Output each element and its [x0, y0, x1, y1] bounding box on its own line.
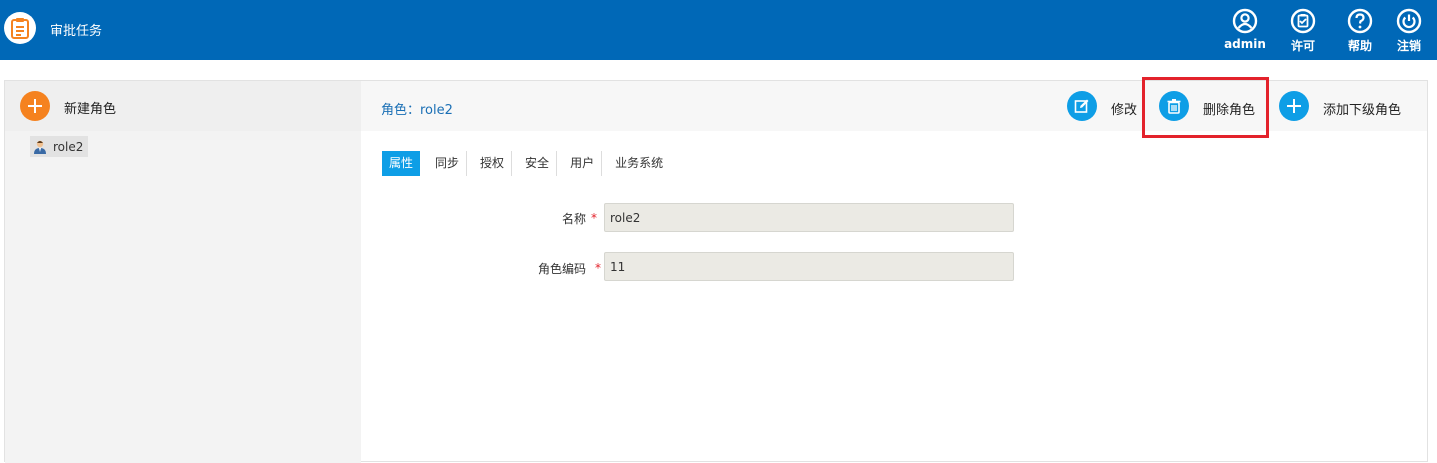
logout-label: 注销	[1396, 39, 1421, 53]
user-icon	[1232, 8, 1258, 34]
license-button[interactable]: 许可	[1278, 8, 1328, 54]
edit-icon	[1074, 99, 1089, 113]
edit-button[interactable]	[1067, 91, 1097, 121]
new-role-label[interactable]: 新建角色	[64, 98, 116, 117]
role-tree-panel: 新建角色 role2	[5, 81, 361, 463]
required-mark: *	[595, 261, 601, 275]
help-label: 帮助	[1347, 39, 1372, 53]
tab-authorize[interactable]: 授权	[473, 151, 513, 176]
logout-button[interactable]: 注销	[1384, 8, 1434, 54]
help-icon	[1347, 8, 1373, 34]
plus-icon	[28, 99, 42, 113]
trash-icon	[1167, 99, 1181, 114]
license-label: 许可	[1290, 39, 1315, 53]
delete-role-label[interactable]: 删除角色	[1203, 99, 1255, 118]
power-icon	[1396, 8, 1422, 34]
add-child-role-label[interactable]: 添加下级角色	[1323, 99, 1401, 118]
license-icon	[1290, 8, 1316, 34]
help-button[interactable]: 帮助	[1335, 8, 1385, 54]
delete-role-button[interactable]	[1159, 91, 1189, 121]
admin-button[interactable]: admin	[1220, 8, 1270, 51]
role-code-field[interactable]	[604, 252, 1014, 281]
role-tree-header: 新建角色	[5, 81, 361, 131]
admin-label: admin	[1224, 37, 1266, 51]
tab-sync[interactable]: 同步	[428, 151, 468, 176]
add-child-role-button[interactable]	[1279, 91, 1309, 121]
role-code-label: 角色编码	[537, 262, 586, 276]
new-role-button[interactable]	[20, 91, 50, 121]
top-header-bar: 审批任务 admin 许可 帮助 注销	[0, 0, 1437, 60]
role-detail-header: 角色：role2 修改 删除角色 添加下级角色	[361, 81, 1427, 131]
tab-users[interactable]: 用户	[563, 151, 603, 176]
name-label: 名称	[561, 212, 586, 226]
tree-item-label: role2	[53, 139, 84, 154]
role-title: 角色：role2	[381, 103, 453, 118]
tree-item-role2[interactable]: role2	[30, 136, 89, 157]
plus-icon	[1287, 99, 1301, 113]
app-title: 审批任务	[50, 24, 103, 39]
required-mark: *	[591, 211, 597, 225]
user-avatar-icon	[34, 140, 46, 154]
role-tabs: 属性 同步 授权 安全 用户 业务系统	[382, 151, 676, 176]
tab-properties[interactable]: 属性	[382, 151, 421, 176]
name-field[interactable]	[604, 203, 1014, 232]
tab-security[interactable]: 安全	[518, 151, 558, 176]
clipboard-logo-icon	[4, 12, 36, 44]
edit-label[interactable]: 修改	[1111, 99, 1137, 118]
tab-business-system[interactable]: 业务系统	[608, 151, 670, 176]
